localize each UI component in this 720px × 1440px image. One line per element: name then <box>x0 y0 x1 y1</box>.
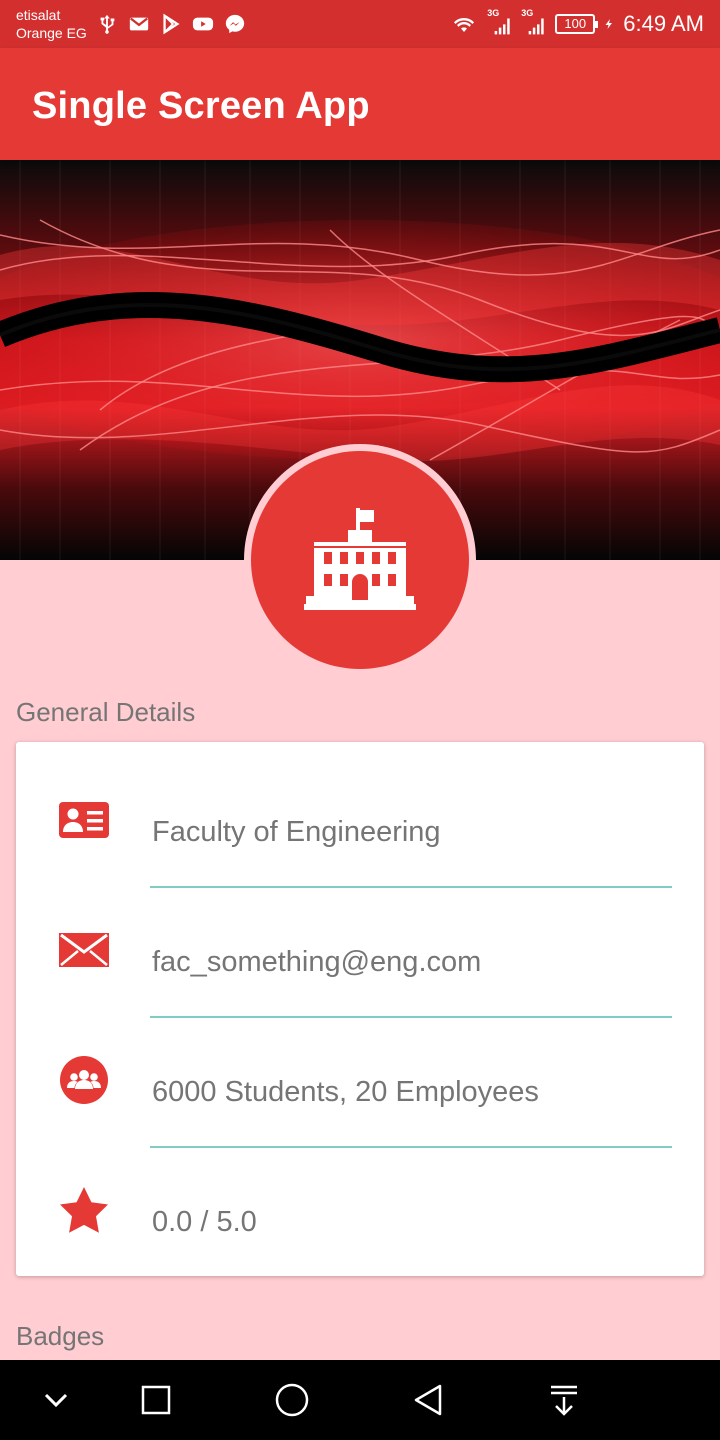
signal-3g-indicator-2: 3G <box>521 8 547 36</box>
charging-icon <box>605 19 613 29</box>
recent-apps-icon <box>141 1385 171 1415</box>
system-status: 3G 3G 100 6:49 AM <box>449 8 704 38</box>
battery-level: 100 <box>564 16 587 31</box>
notification-icons <box>96 13 246 35</box>
home-button[interactable] <box>268 1376 316 1424</box>
faculty-avatar <box>244 444 476 676</box>
collapse-chevron-icon <box>44 1393 68 1408</box>
detail-row-rating: 0.0 / 5.0 <box>16 1142 704 1272</box>
battery-icon: 100 <box>555 14 599 34</box>
recent-apps-button[interactable] <box>132 1376 180 1424</box>
university-building-icon <box>304 508 416 610</box>
signal-3g-icon <box>528 18 544 35</box>
general-details-card: Faculty of Engineering fac_something@eng… <box>16 742 704 1276</box>
detail-row-name: Faculty of Engineering <box>16 752 704 888</box>
faculty-email-text: fac_something@eng.com <box>152 946 482 978</box>
detail-row-email: fac_something@eng.com <box>16 882 704 1018</box>
notifications-pull-icon <box>551 1385 577 1416</box>
status-bar: etisalat Orange EG 3G 3G 100 6:49 AM <box>0 0 720 48</box>
back-button[interactable] <box>404 1376 452 1424</box>
carrier-secondary: Orange EG <box>16 25 87 41</box>
faculty-name-text: Faculty of Engineering <box>152 816 441 848</box>
messenger-icon <box>225 14 245 34</box>
section-title-general-details: General Details <box>16 697 196 727</box>
carrier-info: etisalat Orange EG <box>16 6 87 42</box>
collapse-nav-button[interactable] <box>32 1376 80 1424</box>
usb-icon <box>100 14 115 34</box>
faculty-population-text: 6000 Students, 20 Employees <box>152 1076 539 1108</box>
home-icon <box>275 1383 309 1417</box>
envelope-icon <box>56 922 112 978</box>
back-icon <box>414 1384 442 1416</box>
status-time: 6:49 AM <box>623 11 704 36</box>
faculty-rating-text: 0.0 / 5.0 <box>152 1206 257 1238</box>
signal-3g-icon <box>494 18 510 35</box>
wifi-icon <box>454 18 475 32</box>
detail-row-population: 6000 Students, 20 Employees <box>16 1012 704 1148</box>
app-title: Single Screen App <box>32 85 370 127</box>
system-navigation-bar <box>0 1360 720 1440</box>
star-icon <box>56 1182 112 1238</box>
notification-pull-button[interactable] <box>540 1376 588 1424</box>
section-title-badges: Badges <box>16 1321 105 1351</box>
play-store-icon <box>163 13 180 35</box>
gmail-icon <box>129 17 149 31</box>
app-bar: Single Screen App <box>0 48 720 160</box>
group-icon <box>56 1052 112 1108</box>
avatar-circle <box>251 451 469 669</box>
carrier-primary: etisalat <box>16 7 61 23</box>
signal-3g-indicator-1: 3G <box>487 8 513 36</box>
youtube-icon <box>192 17 214 31</box>
id-card-icon <box>56 792 112 848</box>
